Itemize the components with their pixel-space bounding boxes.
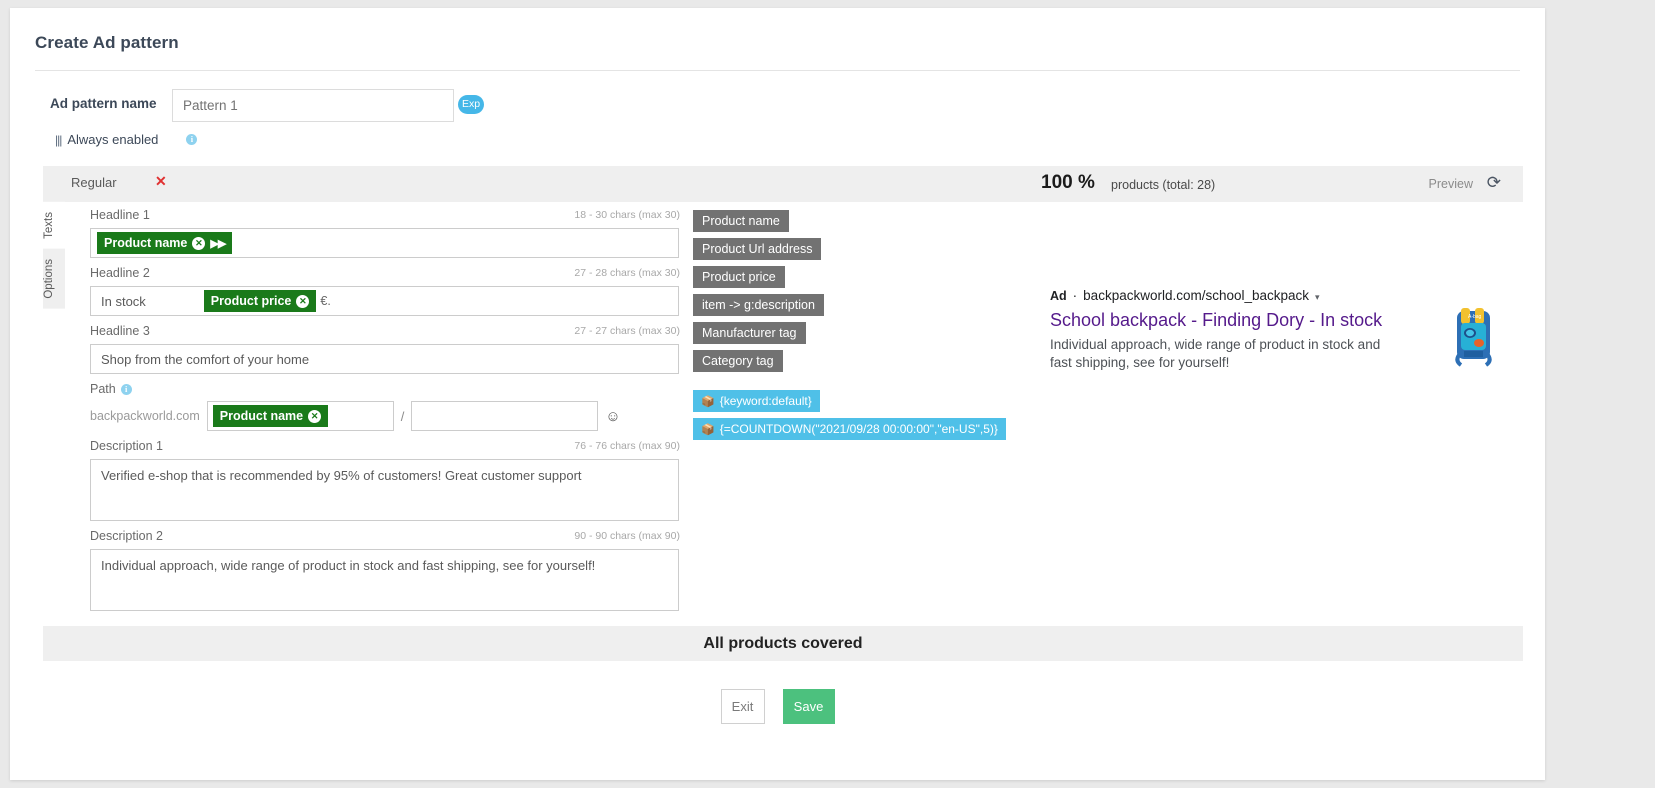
headline2-text-before: In stock xyxy=(101,293,146,309)
ad-url-line: Ad · backpackworld.com/school_backpack ▾ xyxy=(1050,288,1520,303)
package-icon: 📦 xyxy=(701,395,715,408)
footer-actions: Exit Save xyxy=(10,689,1545,724)
ad-pattern-name-input[interactable]: Pattern 1 xyxy=(172,89,454,122)
products-total-text: products (total: 28) xyxy=(1111,178,1216,192)
sliders-icon: ||| xyxy=(55,132,62,147)
tag-label: {=COUNTDOWN("2021/09/28 00:00:00","en-US… xyxy=(719,422,998,436)
always-enabled-label: Always enabled xyxy=(67,132,159,147)
remove-regular-icon[interactable]: ✕ xyxy=(155,173,167,190)
headline2-charcount: 27 - 28 chars (max 30) xyxy=(574,267,680,279)
tag-palette: Product name Product Url address Product… xyxy=(693,210,1006,446)
headline1-charcount: 18 - 30 chars (max 30) xyxy=(574,209,680,221)
ad-separator: · xyxy=(1072,288,1078,303)
tab-options[interactable]: Options xyxy=(43,248,65,309)
tag-product-price[interactable]: Product price xyxy=(693,266,785,288)
ad-texts-form: Headline 1 18 - 30 chars (max 30) Produc… xyxy=(90,208,680,619)
headline3-field: Headline 3 27 - 27 chars (max 30) Shop f… xyxy=(90,324,680,374)
exit-button[interactable]: Exit xyxy=(720,689,765,724)
chip-product-price[interactable]: Product price ✕ xyxy=(203,290,317,312)
tag-label: {keyword:default} xyxy=(719,394,812,408)
ad-badge: Ad xyxy=(1050,289,1067,303)
refresh-icon[interactable]: ⟳ xyxy=(1487,174,1501,191)
description2-input[interactable]: Individual approach, wide range of produ… xyxy=(90,549,679,611)
path-field: Path i backpackworld.com Product name ✕ … xyxy=(90,382,680,431)
headline1-field: Headline 1 18 - 30 chars (max 30) Produc… xyxy=(90,208,680,258)
tag-keyword-default[interactable]: 📦 {keyword:default} xyxy=(693,390,820,412)
description1-label: Description 1 xyxy=(90,439,163,453)
headline1-input[interactable]: Product name ✕ ▶▶ xyxy=(90,228,679,258)
pattern-strip: Regular ✕ 100 % products (total: 28) Pre… xyxy=(43,166,1523,202)
ad-pattern-name-label: Ad pattern name xyxy=(50,96,157,111)
coverage-percent: 100 % xyxy=(1041,172,1095,193)
save-button[interactable]: Save xyxy=(782,689,835,724)
tag-item-g-description[interactable]: item -> g:description xyxy=(693,294,824,316)
ad-description: Individual approach, wide range of produ… xyxy=(1050,336,1381,370)
description2-field: Description 2 90 - 90 chars (max 90) Ind… xyxy=(90,529,680,611)
path-info-icon[interactable]: i xyxy=(120,383,132,395)
chip-label: Product name xyxy=(104,236,188,250)
headline3-charcount: 27 - 27 chars (max 30) xyxy=(574,325,680,337)
path-separator: / xyxy=(400,408,405,424)
chip-remove-icon[interactable]: ✕ xyxy=(192,236,206,250)
ad-display-url[interactable]: backpackworld.com/school_backpack xyxy=(1083,288,1309,303)
tab-regular[interactable]: Regular xyxy=(71,175,117,190)
always-enabled-row[interactable]: ||| Always enabled i xyxy=(55,132,198,147)
package-icon: 📦 xyxy=(701,423,715,436)
coverage-bar: All products covered xyxy=(43,626,1523,661)
vertical-tabs: Texts Options xyxy=(43,202,65,309)
tag-product-name[interactable]: Product name xyxy=(693,210,789,232)
chip-label: Product price xyxy=(210,294,292,308)
headline3-input[interactable]: Shop from the comfort of your home xyxy=(90,344,679,374)
create-ad-pattern-card: Create Ad pattern Ad pattern name Patter… xyxy=(10,8,1545,780)
headline3-label: Headline 3 xyxy=(90,324,150,338)
description1-value: Verified e-shop that is recommended by 9… xyxy=(101,468,582,483)
tag-countdown[interactable]: 📦 {=COUNTDOWN("2021/09/28 00:00:00","en-… xyxy=(693,418,1006,440)
chip-expand-icon[interactable]: ▶▶ xyxy=(210,237,226,250)
product-thumbnail: A-bag xyxy=(1455,308,1492,367)
title-divider xyxy=(35,70,1520,71)
svg-text:A-bag: A-bag xyxy=(1468,314,1482,320)
coverage-text: All products covered xyxy=(703,634,863,652)
chip-product-name[interactable]: Product name ✕ ▶▶ xyxy=(97,232,233,254)
chip-label: Product name xyxy=(219,409,304,423)
tag-product-url-address[interactable]: Product Url address xyxy=(693,238,822,260)
description1-field: Description 1 76 - 76 chars (max 90) Ver… xyxy=(90,439,680,521)
tag-manufacturer[interactable]: Manufacturer tag xyxy=(693,322,806,344)
tag-category[interactable]: Category tag xyxy=(693,350,783,372)
path-input-1[interactable]: Product name ✕ xyxy=(206,401,394,431)
app-page: Create Ad pattern Ad pattern name Patter… xyxy=(0,0,1655,788)
headline2-field: Headline 2 27 - 28 chars (max 30) In sto… xyxy=(90,266,680,316)
headline3-value: Shop from the comfort of your home xyxy=(101,351,310,367)
description2-label: Description 2 xyxy=(90,529,163,543)
tab-texts[interactable]: Texts xyxy=(43,202,65,249)
headline2-input[interactable]: In stock Product price ✕ €. xyxy=(90,286,679,316)
page-title: Create Ad pattern xyxy=(35,33,179,52)
chip-remove-icon[interactable]: ✕ xyxy=(296,294,310,308)
path-input-2[interactable] xyxy=(411,401,599,431)
description2-value: Individual approach, wide range of produ… xyxy=(101,558,596,573)
chevron-down-icon[interactable]: ▾ xyxy=(1315,292,1320,303)
chip-product-name-path[interactable]: Product name ✕ xyxy=(212,405,329,427)
path-domain: backpackworld.com xyxy=(90,409,200,423)
always-enabled-info-icon[interactable]: i xyxy=(186,134,198,145)
emoji-picker-icon[interactable]: ☺ xyxy=(605,408,620,425)
headline2-label: Headline 2 xyxy=(90,266,150,280)
headline2-text-after: €. xyxy=(320,294,331,308)
headline1-label: Headline 1 xyxy=(90,208,150,222)
description1-charcount: 76 - 76 chars (max 90) xyxy=(574,440,680,452)
chip-remove-icon[interactable]: ✕ xyxy=(308,409,322,423)
description1-input[interactable]: Verified e-shop that is recommended by 9… xyxy=(90,459,679,521)
path-label: Path xyxy=(90,382,116,396)
description2-charcount: 90 - 90 chars (max 90) xyxy=(574,530,680,542)
preview-label[interactable]: Preview xyxy=(1429,177,1473,191)
exp-badge-button[interactable]: Exp xyxy=(458,95,484,114)
